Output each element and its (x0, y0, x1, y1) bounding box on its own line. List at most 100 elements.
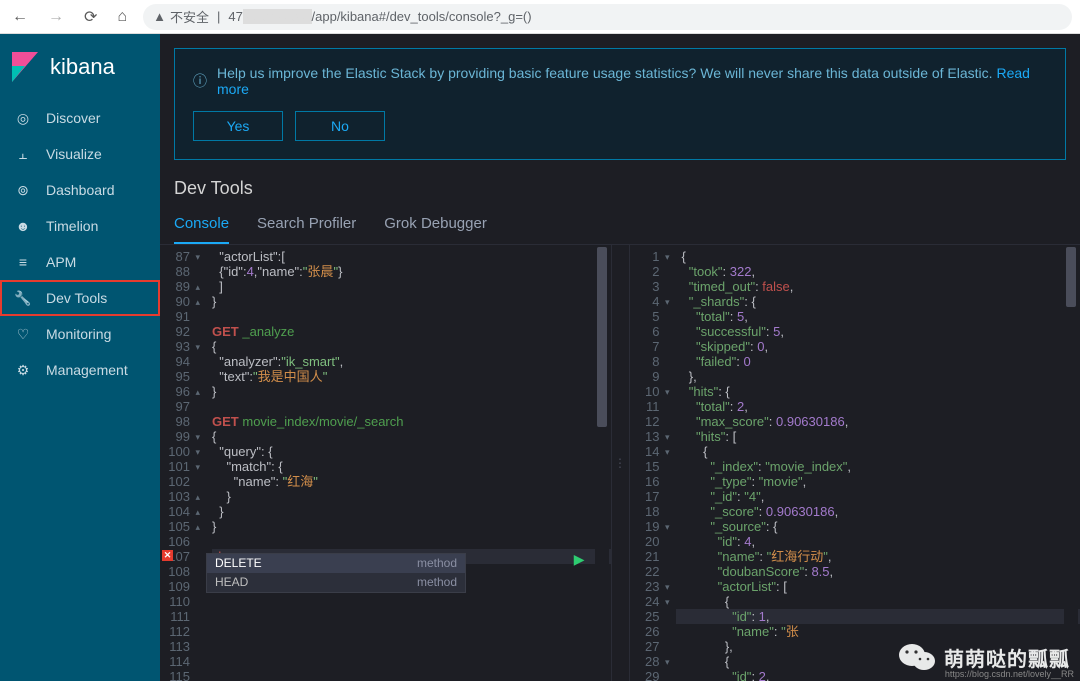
code-line[interactable]: "total": 2, (682, 399, 1080, 414)
code-line[interactable]: "match": { (212, 459, 611, 474)
code-line[interactable]: "_type": "movie", (682, 474, 1080, 489)
code-line[interactable]: { (212, 429, 611, 444)
reload-button[interactable]: ⟳ (80, 5, 101, 29)
response-editor[interactable]: 1▾234▾5678910▾111213▾14▾1516171819▾20212… (630, 245, 1080, 681)
tab-search-profiler[interactable]: Search Profiler (257, 207, 356, 244)
nav-label: Discover (46, 110, 100, 126)
nav-item-dashboard[interactable]: ⊚Dashboard (0, 172, 160, 208)
tab-grok-debugger[interactable]: Grok Debugger (384, 207, 487, 244)
nav: ◎ Discover ⫠Visualize⊚Dashboard☻Timelion≡A… (0, 94, 160, 388)
code-line[interactable]: "actorList": [ (682, 579, 1080, 594)
code-line[interactable]: { (682, 594, 1080, 609)
code-line[interactable]: ] (212, 279, 611, 294)
request-editor[interactable]: 87▾8889▴90▴919293▾949596▴979899▾100▾101▾… (160, 245, 612, 681)
code-line[interactable]: "text":"我是中国人" (212, 369, 611, 384)
code-line[interactable] (212, 669, 611, 681)
browser-bar: ← → ⟳ ⌂ ▲ 不安全 | 47.000.00.000/app/kibana… (0, 0, 1080, 34)
page-title: Dev Tools (160, 160, 1080, 207)
editors: 87▾8889▴90▴919293▾949596▴979899▾100▾101▾… (160, 245, 1080, 681)
code-line[interactable]: } (212, 504, 611, 519)
run-button[interactable]: ▶ (574, 551, 585, 568)
nav-item-monitoring[interactable]: ♡Monitoring (0, 316, 160, 352)
nav-icon: ◎ (14, 109, 32, 127)
code-line[interactable]: }, (682, 369, 1080, 384)
code-line[interactable]: "total": 5, (682, 309, 1080, 324)
code-line[interactable]: "max_score": 0.90630186, (682, 414, 1080, 429)
nav-item-visualize[interactable]: ⫠Visualize (0, 136, 160, 172)
code-line[interactable]: { (212, 339, 611, 354)
forward-button[interactable]: → (44, 6, 68, 28)
kibana-logo-icon (12, 52, 38, 82)
code-line[interactable]: "doubanScore": 8.5, (682, 564, 1080, 579)
back-button[interactable]: ← (8, 6, 32, 28)
nav-icon: ≡ (14, 253, 32, 271)
code-line[interactable]: "timed_out": false, (682, 279, 1080, 294)
code-line[interactable]: "name": "张 (682, 624, 1080, 639)
code-line[interactable]: "id": 1, (682, 609, 1080, 624)
url-bar[interactable]: ▲ 不安全 | 47.000.00.000/app/kibana#/dev_to… (143, 4, 1072, 30)
yes-button[interactable]: Yes (193, 111, 283, 141)
code-line[interactable]: "name": "红海" (212, 474, 611, 489)
url-text: 47.000.00.000/app/kibana#/dev_tools/cons… (228, 9, 531, 24)
code-line[interactable]: "_index": "movie_index", (682, 459, 1080, 474)
nav-item-discover[interactable]: ◎ Discover (0, 100, 160, 136)
autocomplete-item[interactable]: HEADmethod (207, 573, 465, 592)
content: ⓘ Help us improve the Elastic Stack by p… (160, 34, 1080, 681)
autocomplete-popup[interactable]: DELETEmethodHEADmethod (206, 553, 466, 593)
code-line[interactable]: "_id": "4", (682, 489, 1080, 504)
code-line[interactable]: { (682, 249, 1080, 264)
code-line[interactable]: } (212, 294, 611, 309)
code-line[interactable] (212, 309, 611, 324)
sidebar: kibana ◎ Discover ⫠Visualize⊚Dashboard☻Tim… (0, 34, 160, 681)
code-line[interactable]: "skipped": 0, (682, 339, 1080, 354)
nav-item-dev-tools[interactable]: 🔧 Dev Tools (0, 280, 160, 316)
code-line[interactable] (212, 534, 611, 549)
code-line[interactable] (212, 624, 611, 639)
code-line[interactable]: } (212, 489, 611, 504)
tab-console[interactable]: Console (174, 207, 229, 244)
nav-item-timelion[interactable]: ☻Timelion (0, 208, 160, 244)
home-button[interactable]: ⌂ (113, 6, 131, 28)
pane-divider[interactable]: ⋮ (612, 245, 630, 681)
code-line[interactable]: "name": "红海行动", (682, 549, 1080, 564)
nav-label: Dev Tools (46, 290, 107, 306)
code-line[interactable]: "actorList":[ (212, 249, 611, 264)
nav-icon: 🔧 (14, 289, 32, 307)
code-line[interactable]: "hits": { (682, 384, 1080, 399)
code-line[interactable]: "failed": 0 (682, 354, 1080, 369)
code-line[interactable] (212, 609, 611, 624)
code-line[interactable]: "took": 322, (682, 264, 1080, 279)
scrollbar[interactable] (1064, 247, 1078, 679)
wechat-icon (898, 641, 936, 673)
code-line[interactable]: "analyzer":"ik_smart", (212, 354, 611, 369)
nav-item-management[interactable]: ⚙Management (0, 352, 160, 388)
telemetry-banner: ⓘ Help us improve the Elastic Stack by p… (174, 48, 1066, 160)
no-button[interactable]: No (295, 111, 385, 141)
nav-label: Timelion (46, 218, 98, 234)
nav-label: Visualize (46, 146, 102, 162)
code-line[interactable]: "_shards": { (682, 294, 1080, 309)
code-line[interactable] (212, 654, 611, 669)
autocomplete-item[interactable]: DELETEmethod (207, 554, 465, 573)
code-line[interactable] (212, 594, 611, 609)
code-line[interactable]: "id": 4, (682, 534, 1080, 549)
code-line[interactable]: "successful": 5, (682, 324, 1080, 339)
code-line[interactable]: GET movie_index/movie/_search (212, 414, 611, 429)
scrollbar[interactable] (595, 247, 609, 679)
code-line[interactable]: } (212, 384, 611, 399)
code-line[interactable]: {"id":4,"name":"张晨"} (212, 264, 611, 279)
code-line[interactable]: } (212, 519, 611, 534)
nav-label: Monitoring (46, 326, 111, 342)
code-line[interactable]: "hits": [ (682, 429, 1080, 444)
code-line[interactable]: { (682, 444, 1080, 459)
brand-text: kibana (50, 54, 115, 80)
code-line[interactable]: "_score": 0.90630186, (682, 504, 1080, 519)
code-line[interactable]: "_source": { (682, 519, 1080, 534)
code-line[interactable] (212, 639, 611, 654)
logo[interactable]: kibana (0, 34, 160, 94)
code-line[interactable] (212, 399, 611, 414)
code-line[interactable]: "query": { (212, 444, 611, 459)
nav-item-apm[interactable]: ≡APM (0, 244, 160, 280)
nav-icon: ⚙ (14, 361, 32, 379)
code-line[interactable]: GET _analyze (212, 324, 611, 339)
